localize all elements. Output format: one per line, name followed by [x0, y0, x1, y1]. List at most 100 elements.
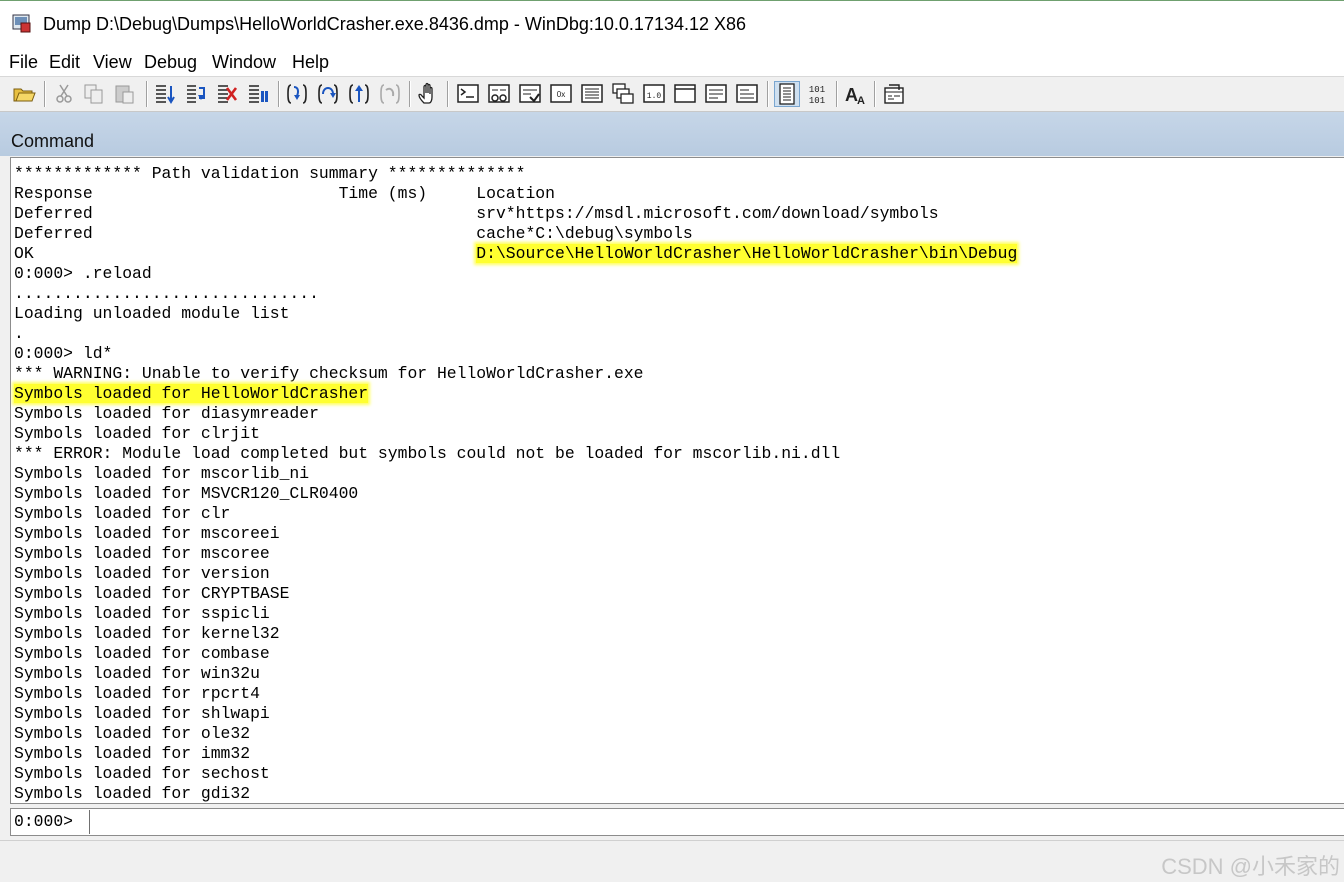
run-to-cursor-icon[interactable]	[378, 82, 402, 106]
output-line: Symbols loaded for clrjit	[14, 424, 260, 444]
call-stack-window-icon[interactable]	[611, 82, 635, 106]
output-line: Loading unloaded module list	[14, 304, 289, 324]
output-line: Symbols loaded for shlwapi	[14, 704, 270, 724]
output-line: Symbols loaded for combase	[14, 644, 270, 664]
output-line: .	[14, 324, 24, 344]
output-line-text: Symbols loaded for version	[14, 564, 270, 583]
toolbar-separator	[146, 81, 148, 107]
output-line-text: Symbols loaded for mscoreei	[14, 524, 280, 543]
memory-window-icon[interactable]	[580, 82, 604, 106]
step-over-icon[interactable]	[316, 82, 340, 106]
output-line-text: Response Time (ms) Location	[14, 184, 555, 203]
output-line: OK D:\Source\HelloWorldCrasher\HelloWorl…	[14, 244, 1018, 264]
output-line-text: 0:000> ld*	[14, 344, 113, 363]
paste-icon[interactable]	[113, 82, 137, 106]
output-line-text: Symbols loaded for shlwapi	[14, 704, 270, 723]
break-icon[interactable]	[246, 82, 270, 106]
toolbar-separator	[767, 81, 769, 107]
menu-window[interactable]: Window	[212, 52, 276, 73]
watch-window-icon[interactable]	[487, 82, 511, 106]
step-into-icon[interactable]	[285, 82, 309, 106]
svg-text:1.0: 1.0	[647, 92, 662, 101]
output-line: Symbols loaded for kernel32	[14, 624, 280, 644]
output-line: Symbols loaded for ole32	[14, 724, 250, 744]
locals-window-icon[interactable]	[518, 82, 542, 106]
output-line-text: .	[14, 324, 24, 343]
font-icon[interactable]: AA	[844, 82, 868, 106]
output-line: Symbols loaded for clr	[14, 504, 230, 524]
output-line-text: Symbols loaded for ole32	[14, 724, 251, 743]
output-line: Deferred cache*C:\debug\symbols	[14, 224, 693, 244]
output-line: *** WARNING: Unable to verify checksum f…	[14, 364, 644, 384]
toolbar-separator	[874, 81, 876, 107]
highlighted-text: Symbols loaded for HelloWorldCrasher	[14, 384, 369, 403]
output-line: Symbols loaded for HelloWorldCrasher	[14, 384, 369, 404]
menu-debug[interactable]: Debug	[144, 52, 197, 73]
go-icon[interactable]	[153, 82, 177, 106]
output-line-text: Symbols loaded for win32u	[14, 664, 260, 683]
cut-icon[interactable]	[52, 82, 76, 106]
output-line-text: Symbols loaded for mscoree	[14, 544, 270, 563]
command-browser-icon[interactable]	[735, 82, 759, 106]
command-output[interactable]: ************* Path validation summary **…	[10, 157, 1344, 804]
command-input-bar: 0:000>	[10, 808, 1344, 836]
windbg-app-icon[interactable]	[12, 13, 32, 33]
processes-threads-icon[interactable]	[704, 82, 728, 106]
source-mode-icon[interactable]	[774, 81, 800, 107]
output-line-text: Symbols loaded for kernel32	[14, 624, 280, 643]
output-line: Symbols loaded for diasymreader	[14, 404, 319, 424]
command-window-title: Command	[11, 131, 95, 151]
output-line: Symbols loaded for win32u	[14, 664, 260, 684]
output-line-text: OK	[14, 244, 477, 263]
command-window-icon[interactable]	[456, 82, 480, 106]
output-line: *** ERROR: Module load completed but sym…	[14, 444, 840, 464]
menu-view[interactable]: View	[93, 52, 132, 73]
toolbar-separator	[409, 81, 411, 107]
output-line: Symbols loaded for mscorlib_ni	[14, 464, 309, 484]
output-line-text: Loading unloaded module list	[14, 304, 290, 323]
toolbar-separator	[447, 81, 449, 107]
output-line: Symbols loaded for gdi32	[14, 784, 251, 803]
output-line-text: Symbols loaded for gdi32	[14, 784, 251, 803]
status-bar: CSDN @小禾家的	[0, 840, 1344, 882]
menu-help[interactable]: Help	[292, 52, 329, 73]
toolbar-separator	[44, 81, 46, 107]
output-line: Symbols loaded for sechost	[14, 764, 270, 784]
output-line: Deferred srv*https://msdl.microsoft.com/…	[14, 204, 939, 224]
restart-icon[interactable]	[184, 82, 208, 106]
output-line-text: Symbols loaded for mscorlib_ni	[14, 464, 310, 483]
disassembly-window-icon[interactable]: 1.0	[642, 82, 666, 106]
menu-edit[interactable]: Edit	[49, 52, 80, 73]
command-window-header: Command	[0, 112, 1344, 156]
command-prompt: 0:000>	[14, 812, 74, 831]
output-line-text: Symbols loaded for diasymreader	[14, 404, 319, 423]
toolbar-separator	[278, 81, 280, 107]
menu-file[interactable]: File	[9, 52, 38, 73]
command-input[interactable]	[89, 810, 1339, 834]
svg-text:A: A	[857, 95, 865, 106]
toolbar: 0x 1.0 101 101 AA	[0, 76, 1344, 112]
copy-icon[interactable]	[82, 82, 106, 106]
output-line: 0:000> ld*	[14, 344, 112, 364]
output-line: Symbols loaded for CRYPTBASE	[14, 584, 289, 604]
title-bar: Dump D:\Debug\Dumps\HelloWorldCrasher.ex…	[0, 0, 1344, 46]
registers-window-icon[interactable]: 0x	[549, 82, 573, 106]
step-out-icon[interactable]	[347, 82, 371, 106]
output-line: Symbols loaded for MSVCR120_CLR0400	[14, 484, 358, 504]
scratch-pad-icon[interactable]	[673, 82, 697, 106]
stop-debugging-icon[interactable]	[215, 82, 239, 106]
output-line-text: Deferred srv*https://msdl.microsoft.com/…	[14, 204, 939, 223]
output-line: Symbols loaded for mscoreei	[14, 524, 280, 544]
output-line: Symbols loaded for mscoree	[14, 544, 270, 564]
output-line-text: ************* Path validation summary **…	[14, 164, 526, 183]
hex-mode-icon[interactable]: 101 101	[805, 82, 829, 106]
output-line-text: Symbols loaded for imm32	[14, 744, 251, 763]
output-line-text: Symbols loaded for clr	[14, 504, 231, 523]
output-line: ************* Path validation summary **…	[14, 164, 525, 184]
menu-bar: File Edit View Debug Window Help	[0, 46, 1344, 76]
output-line-text: ...............................	[14, 284, 319, 303]
open-folder-icon[interactable]	[12, 82, 36, 106]
output-line: ...............................	[14, 284, 319, 304]
options-icon[interactable]	[882, 82, 906, 106]
hand-icon[interactable]	[416, 82, 440, 106]
